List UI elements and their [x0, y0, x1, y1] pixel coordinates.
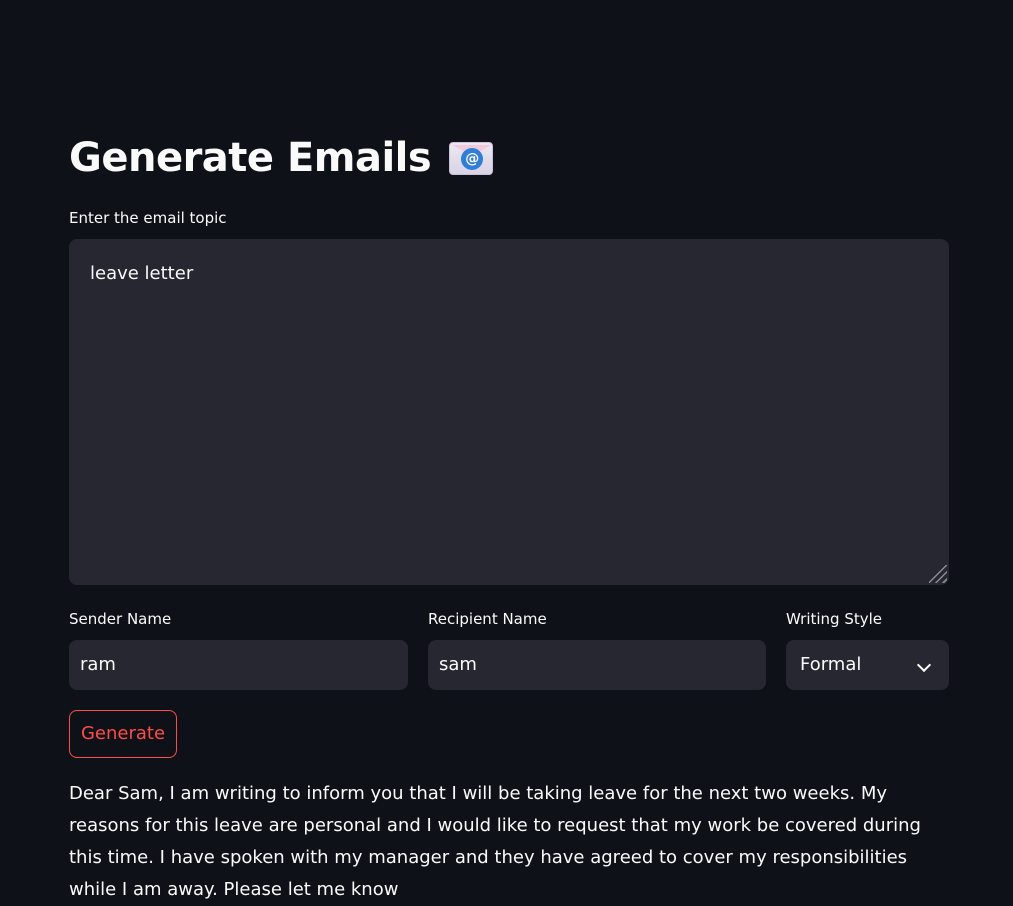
chevron-down-icon — [916, 657, 932, 673]
recipient-input[interactable]: sam — [428, 640, 766, 690]
resize-handle[interactable] — [929, 565, 947, 583]
writing-style-value: Formal — [800, 654, 862, 675]
writing-style-label: Writing Style — [786, 610, 883, 628]
at-symbol: @ — [461, 147, 484, 170]
recipient-label: Recipient Name — [428, 610, 547, 628]
topic-textarea[interactable]: leave letter — [69, 239, 949, 585]
sender-input[interactable]: ram — [69, 640, 408, 690]
email-at-icon: @ — [449, 141, 494, 175]
sender-label: Sender Name — [69, 610, 172, 628]
sender-value: ram — [80, 654, 116, 675]
topic-label: Enter the email topic — [69, 209, 227, 227]
recipient-value: sam — [439, 654, 477, 675]
topic-value: leave letter — [90, 263, 194, 284]
generate-button[interactable]: Generate — [69, 710, 177, 758]
writing-style-select[interactable]: Formal — [786, 640, 949, 690]
generated-email-text: Dear Sam, I am writing to inform you tha… — [69, 783, 921, 900]
title-row: Generate Emails @ — [69, 128, 494, 188]
page-title: Generate Emails — [69, 135, 432, 181]
